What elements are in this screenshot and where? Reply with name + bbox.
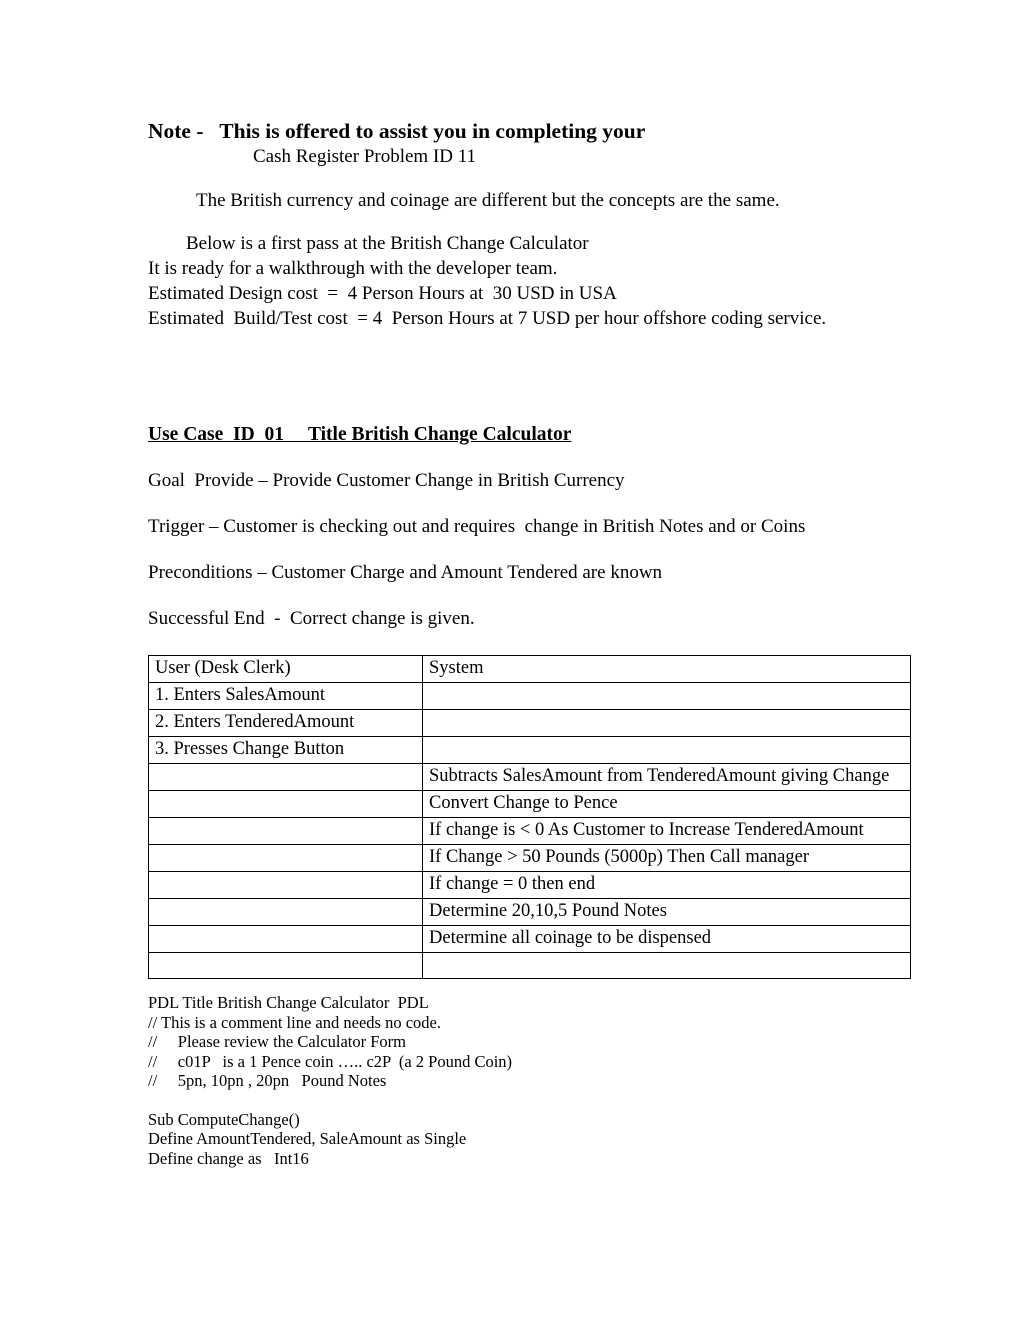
pdl-line-4: // 5pn, 10pn , 20pn Pound Notes bbox=[148, 1071, 387, 1090]
intro-line-2: Estimated Design cost = 4 Person Hours a… bbox=[148, 283, 617, 304]
table-cell-user bbox=[148, 844, 423, 872]
pdl-line-3: // c01P is a 1 Pence coin ….. c2P (a 2 P… bbox=[148, 1051, 513, 1071]
pdl-code-line-2: Define change as Int16 bbox=[148, 1148, 309, 1168]
table-cell-user bbox=[148, 817, 423, 845]
table-body: User (Desk Clerk) System 1. Enters Sales… bbox=[148, 655, 911, 979]
use-case-trigger: Trigger – Customer is checking out and r… bbox=[148, 516, 806, 537]
table-cell-system: If change is < 0 As Customer to Increase… bbox=[422, 817, 911, 845]
table-cell-system bbox=[422, 952, 911, 979]
note-heading-line: Note - This is offered to assist you in … bbox=[148, 118, 888, 144]
use-case-successful-end: Successful End - Correct change is given… bbox=[148, 608, 475, 629]
table-row: If change is < 0 As Customer to Increase… bbox=[148, 817, 911, 845]
table-cell-user bbox=[148, 925, 423, 953]
intro-line-3: Estimated Build/Test cost = 4 Person Hou… bbox=[148, 308, 827, 329]
use-case-title-row: Use Case ID 01 Title British Change Calc… bbox=[148, 423, 888, 447]
use-case-preconditions: Preconditions – Customer Charge and Amou… bbox=[148, 562, 663, 583]
table-cell-system bbox=[422, 682, 911, 710]
pdl-line-1: // This is a comment line and needs no c… bbox=[148, 1012, 441, 1032]
pdl-code-line-0: Sub ComputeChange() bbox=[148, 1109, 300, 1129]
table-cell-user: 3. Presses Change Button bbox=[148, 736, 423, 764]
table-row bbox=[148, 952, 911, 979]
pdl-code-line-1: Define AmountTendered, SaleAmount as Sin… bbox=[148, 1129, 467, 1148]
use-case-title: Use Case ID 01 Title British Change Calc… bbox=[148, 424, 572, 445]
pdl-line-2: // Please review the Calculator Form bbox=[148, 1032, 406, 1051]
table-row: Determine 20,10,5 Pound Notes bbox=[148, 898, 911, 926]
use-case-block: Use Case ID 01 Title British Change Calc… bbox=[148, 423, 888, 631]
table-row: Convert Change to Pence bbox=[148, 790, 911, 818]
intro-block: The British currency and coinage are dif… bbox=[148, 188, 888, 331]
table-header-system: System bbox=[422, 655, 911, 683]
table-cell-user: 1. Enters SalesAmount bbox=[148, 682, 423, 710]
intro-line-1: It is ready for a walkthrough with the d… bbox=[148, 258, 558, 279]
table-row: 1. Enters SalesAmount bbox=[148, 682, 911, 710]
table-cell-user bbox=[148, 790, 423, 818]
table-cell-system: Subtracts SalesAmount from TenderedAmoun… bbox=[422, 763, 911, 791]
table-cell-system: If change = 0 then end bbox=[422, 871, 911, 899]
intro-line-0: Below is a first pass at the British Cha… bbox=[186, 233, 589, 254]
table-cell-user bbox=[148, 898, 423, 926]
table-cell-user bbox=[148, 763, 423, 791]
document-content: Note - This is offered to assist you in … bbox=[148, 118, 911, 1168]
table-cell-system: If Change > 50 Pounds (5000p) Then Call … bbox=[422, 844, 911, 872]
table-cell-system bbox=[422, 736, 911, 764]
table-row: 3. Presses Change Button bbox=[148, 736, 911, 764]
table-cell-user: 2. Enters TenderedAmount bbox=[148, 709, 423, 737]
table-cell-system: Determine all coinage to be dispensed bbox=[422, 925, 911, 953]
pdl-line-0: PDL Title British Change Calculator PDL bbox=[148, 993, 429, 1012]
note-heading: Note - This is offered to assist you in … bbox=[148, 118, 888, 170]
use-case-flow-table: User (Desk Clerk) System 1. Enters Sales… bbox=[148, 655, 911, 979]
table-row: 2. Enters TenderedAmount bbox=[148, 709, 911, 737]
use-case-goal: Goal Provide – Provide Customer Change i… bbox=[148, 470, 625, 491]
document-subtitle: Cash Register Problem ID 11 bbox=[253, 146, 477, 167]
pdl-block: PDL Title British Change Calculator PDL … bbox=[148, 993, 888, 1168]
table-row: Subtracts SalesAmount from TenderedAmoun… bbox=[148, 763, 911, 791]
table-row: Determine all coinage to be dispensed bbox=[148, 925, 911, 953]
document-page: Note - This is offered to assist you in … bbox=[0, 0, 1020, 1320]
table-row: If Change > 50 Pounds (5000p) Then Call … bbox=[148, 844, 911, 872]
table-cell-user bbox=[148, 871, 423, 899]
table-cell-system: Determine 20,10,5 Pound Notes bbox=[422, 898, 911, 926]
table-row: If change = 0 then end bbox=[148, 871, 911, 899]
table-header-row: User (Desk Clerk) System bbox=[148, 655, 911, 683]
table-cell-system bbox=[422, 709, 911, 737]
table-header-user: User (Desk Clerk) bbox=[148, 655, 423, 683]
table-cell-system: Convert Change to Pence bbox=[422, 790, 911, 818]
note-label: Note - bbox=[148, 119, 204, 143]
note-heading-text: This is offered to assist you in complet… bbox=[219, 119, 646, 143]
table-cell-user bbox=[148, 952, 423, 979]
intro-currency-note: The British currency and coinage are dif… bbox=[196, 190, 780, 211]
